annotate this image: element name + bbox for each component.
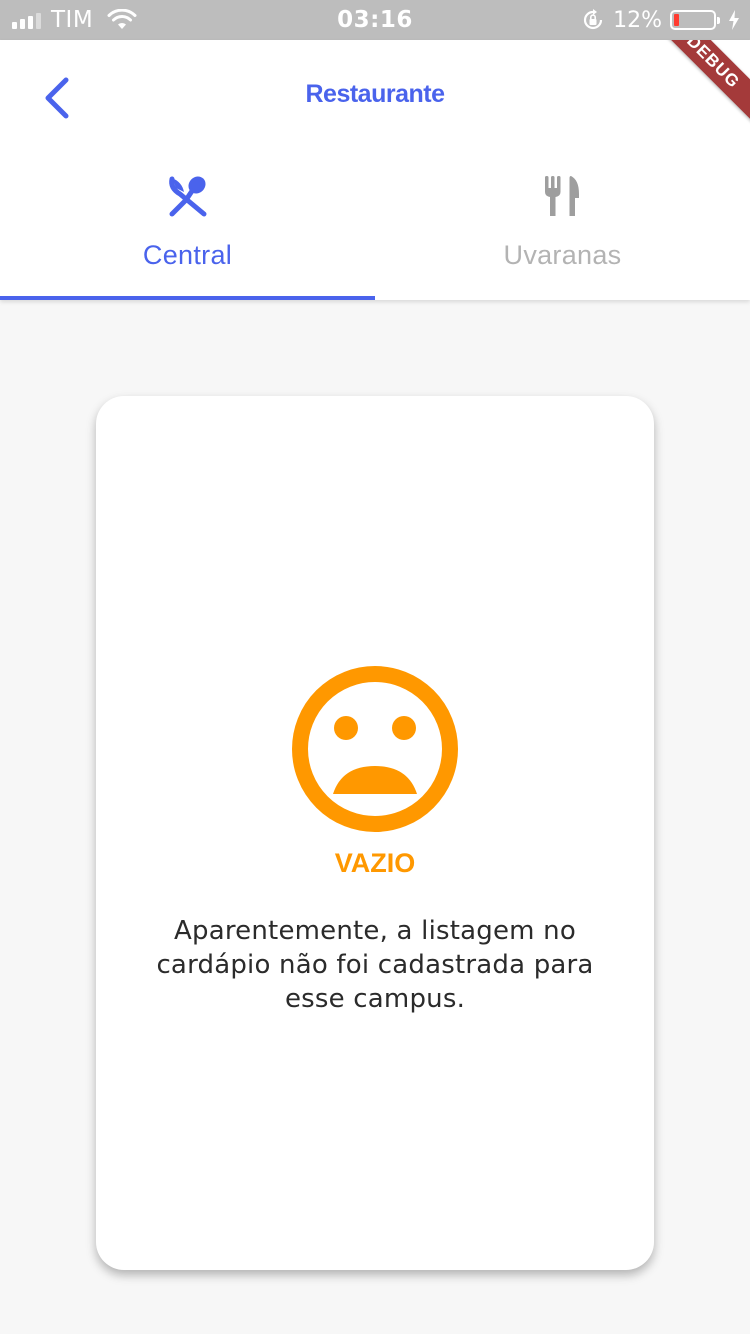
fork-knife-icon — [545, 176, 579, 216]
battery-percent: 12% — [613, 7, 662, 33]
sad-face-icon — [292, 666, 458, 832]
app-header: Restaurante DEBUG Central Uvaranas — [0, 40, 750, 300]
empty-state-message: Aparentemente, a listagem no cardápio nã… — [156, 916, 594, 1014]
tab-label-uvaranas: Uvaranas — [503, 240, 622, 270]
tab-label-central: Central — [142, 240, 233, 270]
tab-indicator — [0, 296, 375, 300]
battery-icon — [670, 10, 720, 30]
spoon-knife-crossed-icon — [169, 176, 207, 217]
charging-icon — [729, 10, 739, 30]
tab-uvaranas[interactable]: Uvaranas — [375, 160, 750, 300]
status-right: 12% — [581, 0, 740, 40]
battery-level-fill — [674, 14, 679, 26]
tab-central[interactable]: Central — [0, 160, 375, 300]
empty-state-card: VAZIO Aparentemente, a listagem no cardá… — [96, 396, 654, 1270]
page-title: Restaurante — [305, 80, 446, 108]
orientation-lock-icon — [584, 9, 603, 30]
status-bar: TIM 03:16 12% — [0, 0, 750, 40]
empty-state-title: VAZIO — [334, 848, 416, 878]
